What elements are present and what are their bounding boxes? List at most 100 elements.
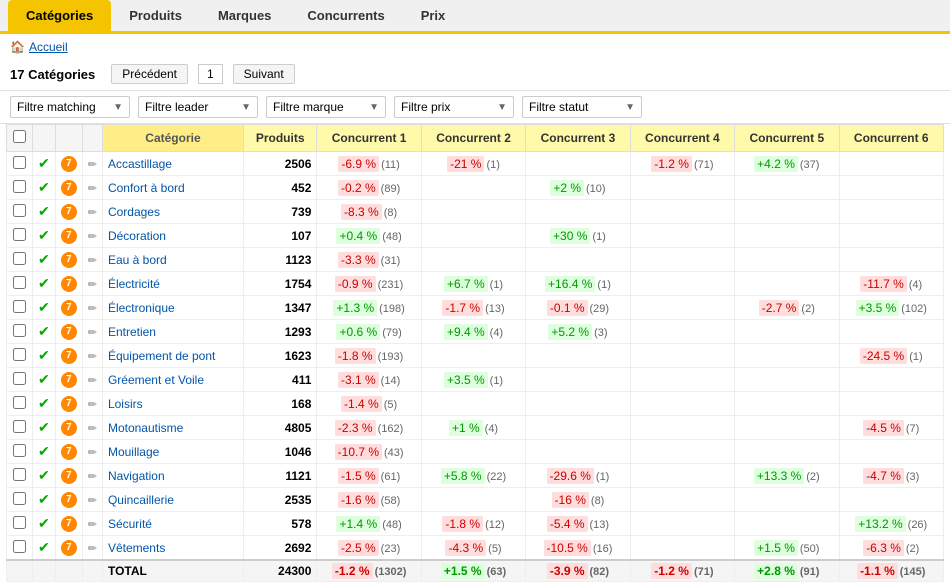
edit-icon[interactable]: ✏: [88, 279, 97, 291]
prev-button[interactable]: Précédent: [111, 64, 188, 84]
edit-icon[interactable]: ✏: [88, 495, 97, 507]
edit-icon[interactable]: ✏: [88, 471, 97, 483]
row-checkbox-cell[interactable]: [7, 392, 33, 416]
status-cell: ✔: [33, 152, 56, 176]
row-checkbox-cell[interactable]: [7, 200, 33, 224]
edit-cell[interactable]: ✏: [82, 296, 102, 320]
row-checkbox[interactable]: [13, 396, 26, 409]
row-checkbox[interactable]: [13, 492, 26, 505]
edit-icon[interactable]: ✏: [88, 351, 97, 363]
category-name[interactable]: Vêtements: [102, 536, 243, 561]
row-checkbox[interactable]: [13, 228, 26, 241]
edit-cell[interactable]: ✏: [82, 200, 102, 224]
edit-cell[interactable]: ✏: [82, 176, 102, 200]
edit-cell[interactable]: ✏: [82, 488, 102, 512]
filter-filtre-marque[interactable]: Filtre marque▼: [266, 96, 386, 118]
edit-cell[interactable]: ✏: [82, 464, 102, 488]
category-name[interactable]: Équipement de pont: [102, 344, 243, 368]
row-checkbox[interactable]: [13, 300, 26, 313]
edit-icon[interactable]: ✏: [88, 183, 97, 195]
breadcrumb-text[interactable]: Accueil: [29, 40, 68, 54]
category-name[interactable]: Mouillage: [102, 440, 243, 464]
filter-filtre-leader[interactable]: Filtre leader▼: [138, 96, 258, 118]
row-checkbox-cell[interactable]: [7, 152, 33, 176]
edit-icon[interactable]: ✏: [88, 231, 97, 243]
category-name[interactable]: Entretien: [102, 320, 243, 344]
row-checkbox-cell[interactable]: [7, 296, 33, 320]
category-name[interactable]: Quincaillerie: [102, 488, 243, 512]
category-name[interactable]: Gréement et Voile: [102, 368, 243, 392]
row-checkbox-cell[interactable]: [7, 512, 33, 536]
edit-icon[interactable]: ✏: [88, 423, 97, 435]
row-checkbox-cell[interactable]: [7, 344, 33, 368]
row-checkbox[interactable]: [13, 468, 26, 481]
edit-cell[interactable]: ✏: [82, 368, 102, 392]
row-checkbox-cell[interactable]: [7, 488, 33, 512]
row-checkbox[interactable]: [13, 156, 26, 169]
row-checkbox-cell[interactable]: [7, 464, 33, 488]
edit-icon[interactable]: ✏: [88, 159, 97, 171]
filter-filtre-matching[interactable]: Filtre matching▼: [10, 96, 130, 118]
row-checkbox[interactable]: [13, 420, 26, 433]
category-name[interactable]: Sécurité: [102, 512, 243, 536]
row-checkbox-cell[interactable]: [7, 272, 33, 296]
edit-cell[interactable]: ✏: [82, 512, 102, 536]
nav-tab-prix[interactable]: Prix: [403, 0, 464, 31]
category-name[interactable]: Électronique: [102, 296, 243, 320]
row-checkbox-cell[interactable]: [7, 320, 33, 344]
category-name[interactable]: Loisirs: [102, 392, 243, 416]
edit-icon[interactable]: ✏: [88, 543, 97, 555]
edit-icon[interactable]: ✏: [88, 207, 97, 219]
row-checkbox-cell[interactable]: [7, 248, 33, 272]
category-name[interactable]: Cordages: [102, 200, 243, 224]
next-button[interactable]: Suivant: [233, 64, 295, 84]
category-name[interactable]: Eau à bord: [102, 248, 243, 272]
row-checkbox-cell[interactable]: [7, 440, 33, 464]
edit-cell[interactable]: ✏: [82, 536, 102, 561]
row-checkbox-cell[interactable]: [7, 536, 33, 561]
category-name[interactable]: Confort à bord: [102, 176, 243, 200]
nav-tab-catégories[interactable]: Catégories: [8, 0, 111, 31]
edit-cell[interactable]: ✏: [82, 320, 102, 344]
select-all-checkbox[interactable]: [13, 130, 26, 143]
edit-icon[interactable]: ✏: [88, 255, 97, 267]
edit-icon[interactable]: ✏: [88, 519, 97, 531]
row-checkbox-cell[interactable]: [7, 224, 33, 248]
edit-cell[interactable]: ✏: [82, 272, 102, 296]
edit-cell[interactable]: ✏: [82, 440, 102, 464]
edit-cell[interactable]: ✏: [82, 344, 102, 368]
row-checkbox[interactable]: [13, 252, 26, 265]
row-checkbox[interactable]: [13, 540, 26, 553]
row-checkbox[interactable]: [13, 324, 26, 337]
row-checkbox[interactable]: [13, 204, 26, 217]
edit-icon[interactable]: ✏: [88, 375, 97, 387]
nav-tab-concurrents[interactable]: Concurrents: [289, 0, 402, 31]
row-checkbox[interactable]: [13, 276, 26, 289]
row-checkbox[interactable]: [13, 180, 26, 193]
filter-filtre-prix[interactable]: Filtre prix▼: [394, 96, 514, 118]
category-name[interactable]: Motonautisme: [102, 416, 243, 440]
edit-cell[interactable]: ✏: [82, 224, 102, 248]
category-name[interactable]: Décoration: [102, 224, 243, 248]
edit-cell[interactable]: ✏: [82, 248, 102, 272]
edit-icon[interactable]: ✏: [88, 447, 97, 459]
category-name[interactable]: Navigation: [102, 464, 243, 488]
row-checkbox-cell[interactable]: [7, 176, 33, 200]
edit-icon[interactable]: ✏: [88, 303, 97, 315]
row-checkbox-cell[interactable]: [7, 368, 33, 392]
nav-tab-produits[interactable]: Produits: [111, 0, 200, 31]
nav-tab-marques[interactable]: Marques: [200, 0, 289, 31]
filter-filtre-statut[interactable]: Filtre statut▼: [522, 96, 642, 118]
category-name[interactable]: Électricité: [102, 272, 243, 296]
row-checkbox[interactable]: [13, 348, 26, 361]
edit-cell[interactable]: ✏: [82, 416, 102, 440]
row-checkbox[interactable]: [13, 372, 26, 385]
row-checkbox-cell[interactable]: [7, 416, 33, 440]
edit-icon[interactable]: ✏: [88, 327, 97, 339]
edit-cell[interactable]: ✏: [82, 152, 102, 176]
edit-icon[interactable]: ✏: [88, 399, 97, 411]
row-checkbox[interactable]: [13, 516, 26, 529]
category-name[interactable]: Accastillage: [102, 152, 243, 176]
row-checkbox[interactable]: [13, 444, 26, 457]
edit-cell[interactable]: ✏: [82, 392, 102, 416]
